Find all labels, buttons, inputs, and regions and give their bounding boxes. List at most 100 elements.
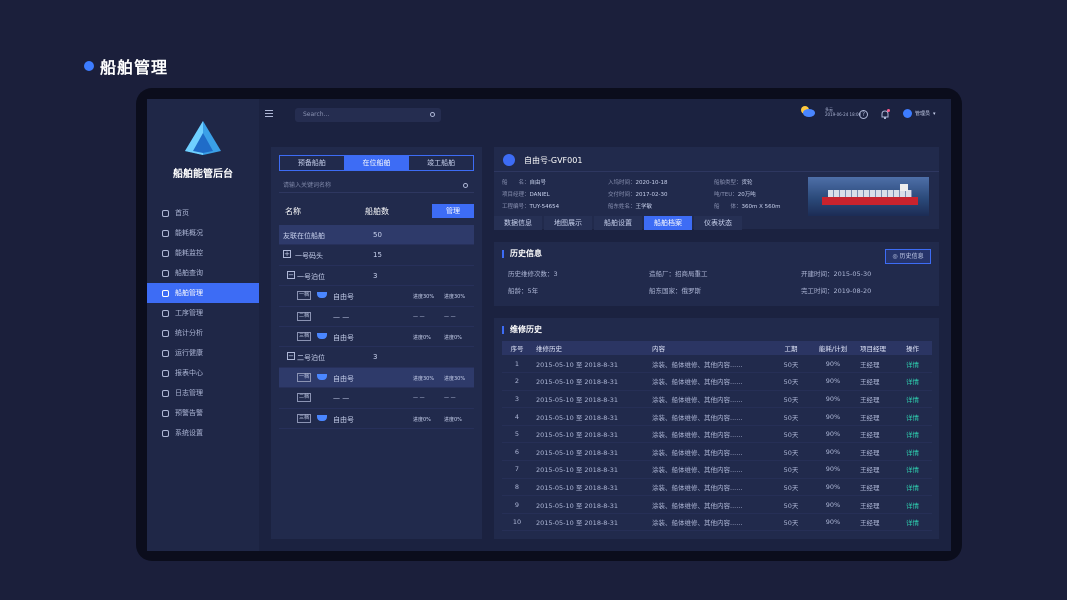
expand-toggle-icon[interactable]: − — [287, 352, 295, 361]
tree-berth-row[interactable]: 一档 自由号 进度30% 进度30% — [279, 286, 474, 307]
ship-badge-icon — [503, 154, 515, 166]
grid-icon — [162, 229, 169, 237]
tree-summary-row[interactable]: 友联在位船舶 50 — [279, 225, 474, 246]
table-cell: 8 — [502, 478, 532, 497]
help-icon[interactable]: ? — [859, 110, 868, 119]
search-input[interactable]: Search... — [295, 108, 441, 122]
history-info-button[interactable]: ◎ 历史信息 — [885, 249, 931, 264]
tree-berth-row[interactable]: 一档 自由号 进度30% 进度30% — [279, 367, 474, 389]
tree-group-count: 3 — [373, 353, 378, 362]
table-cell: 2015-05-10 至 2018-8-31 — [532, 355, 648, 374]
table-cell: 王经理 — [856, 355, 902, 374]
tab-detail-1[interactable]: 地图展示 — [544, 216, 592, 230]
progress-2: — — — [444, 395, 456, 402]
user-menu[interactable]: 管理员 ▾ — [903, 109, 936, 118]
topbar: Search... 多云 2019-06-24 18:00 ? 管理员 ▾ — [259, 99, 951, 131]
tab-detail-0[interactable]: 数据信息 — [494, 216, 542, 230]
process-icon — [162, 309, 169, 317]
table-cell: 涂装、船体维修、其他内容...... — [648, 460, 772, 479]
table-cell: 1 — [502, 355, 532, 374]
tree-berth-row[interactable]: 二档 — — — — — — — [279, 388, 474, 409]
ship-name: — — — [333, 312, 350, 321]
sidebar-item-4[interactable]: 船舶管理 — [147, 283, 259, 303]
table-cell: 50天 — [772, 390, 810, 409]
table-cell: 2015-05-10 至 2018-8-31 — [532, 407, 648, 426]
tree-group-row[interactable]: − 二号泊位 3 — [279, 347, 474, 368]
table-cell: 50天 — [772, 513, 810, 532]
table-row: 9 2015-05-10 至 2018-8-31 涂装、船体维修、其他内容.....… — [502, 495, 932, 514]
tree-berth-row[interactable]: 三档 自由号 进度0% 进度0% — [279, 409, 474, 429]
tab-detail-3[interactable]: 船舶档案 — [644, 216, 692, 230]
detail-link[interactable]: 详情 — [902, 513, 932, 532]
berth-position: 二档 — [297, 311, 311, 321]
sidebar-item-6[interactable]: 统计分析 — [147, 323, 259, 343]
table-cell: 90% — [810, 442, 856, 462]
ship-tree-panel: 预备船舶 在位船舶 竣工船舶 请输入关键词名称 名称 船舶数 管理 友联在位船舶 50… — [271, 147, 482, 539]
detail-link[interactable]: 详情 — [902, 495, 932, 514]
expand-toggle-icon[interactable]: + — [283, 250, 291, 259]
search-icon[interactable] — [430, 112, 435, 117]
sidebar-item-1[interactable]: 能耗概况 — [147, 223, 259, 243]
tree-group-row[interactable]: − 一号泊位 3 — [279, 266, 474, 287]
tree-group-name: 二号泊位 — [297, 354, 325, 363]
table-cell: 4 — [502, 407, 532, 426]
search-icon[interactable] — [463, 183, 468, 188]
detail-link[interactable]: 详情 — [902, 407, 932, 426]
table-cell: 2015-05-10 至 2018-8-31 — [532, 372, 648, 391]
weather-datetime: 2019-06-24 18:00 — [825, 112, 862, 117]
ship-name: 自由号 — [333, 415, 354, 424]
sidebar-item-3[interactable]: 船舶查询 — [147, 263, 259, 283]
sidebar-item-11[interactable]: 系统设置 — [147, 423, 259, 443]
table-cell: 涂装、船体维修、其他内容...... — [648, 372, 772, 391]
detail-link[interactable]: 详情 — [902, 355, 932, 374]
table-column-header: 内容 — [648, 341, 772, 355]
table-cell: 90% — [810, 390, 856, 409]
detail-link[interactable]: 详情 — [902, 442, 932, 462]
tree-berth-row[interactable]: 三档 自由号 进度0% 进度0% — [279, 327, 474, 348]
tree-group-count: 3 — [373, 271, 378, 280]
table-cell: 涂装、船体维修、其他内容...... — [648, 355, 772, 374]
tab-detail-4[interactable]: 仪表状态 — [694, 216, 742, 230]
weather-text: 多云 2019-06-24 18:00 — [825, 107, 861, 117]
history-field: 船龄：5年 — [508, 287, 539, 295]
table-cell: 涂装、船体维修、其他内容...... — [648, 513, 772, 532]
tab-detail-2[interactable]: 船舶设置 — [594, 216, 642, 230]
ship-detail-tabs: 数据信息 地图展示 船舶设置 船舶档案 仪表状态 — [494, 216, 744, 230]
ship-icon — [162, 269, 169, 277]
manage-button[interactable]: 管理 — [432, 204, 474, 218]
tree-berth-row[interactable]: 二档 — — — — — — — [279, 307, 474, 327]
sidebar-item-10[interactable]: 预警告警 — [147, 403, 259, 423]
expand-toggle-icon[interactable]: − — [287, 270, 295, 279]
detail-link[interactable]: 详情 — [902, 425, 932, 444]
progress-2: 进度30% — [444, 375, 466, 382]
table-cell: 5 — [502, 425, 532, 444]
table-cell: 90% — [810, 407, 856, 426]
menu-icon[interactable] — [265, 110, 273, 117]
ship-field: 项目经理：DANIEL — [502, 190, 550, 198]
ship-field-label: 项目经理： — [502, 192, 530, 198]
tab-ship-status-0[interactable]: 预备船舶 — [280, 156, 344, 170]
keyword-search-input[interactable]: 请输入关键词名称 — [279, 179, 474, 193]
tree-group-count: 15 — [373, 251, 382, 260]
ship-field: 船舶类型：货轮 — [714, 178, 753, 186]
table-cell: 王经理 — [856, 442, 902, 462]
detail-link[interactable]: 详情 — [902, 372, 932, 391]
detail-link[interactable]: 详情 — [902, 478, 932, 497]
berth-position: 一档 — [297, 372, 311, 382]
tree-summary-count: 50 — [373, 231, 382, 239]
sidebar-item-7[interactable]: 运行健康 — [147, 343, 259, 363]
detail-link[interactable]: 详情 — [902, 390, 932, 409]
sidebar-item-5[interactable]: 工序管理 — [147, 303, 259, 323]
sidebar-item-2[interactable]: 能耗监控 — [147, 243, 259, 263]
detail-link[interactable]: 详情 — [902, 460, 932, 479]
tab-ship-status-1[interactable]: 在位船舶 — [343, 156, 409, 170]
tab-ship-status-2[interactable]: 竣工船舶 — [408, 156, 473, 170]
sidebar-item-9[interactable]: 日志管理 — [147, 383, 259, 403]
tree-group-row[interactable]: + 一号码头 15 — [279, 245, 474, 266]
sidebar-item-8[interactable]: 报表中心 — [147, 363, 259, 383]
table-cell: 涂装、船体维修、其他内容...... — [648, 495, 772, 514]
table-cell: 王经理 — [856, 460, 902, 479]
table-row: 2 2015-05-10 至 2018-8-31 涂装、船体维修、其他内容.....… — [502, 372, 932, 391]
sidebar-item-0[interactable]: 首页 — [147, 203, 259, 223]
table-cell: 2015-05-10 至 2018-8-31 — [532, 425, 648, 444]
